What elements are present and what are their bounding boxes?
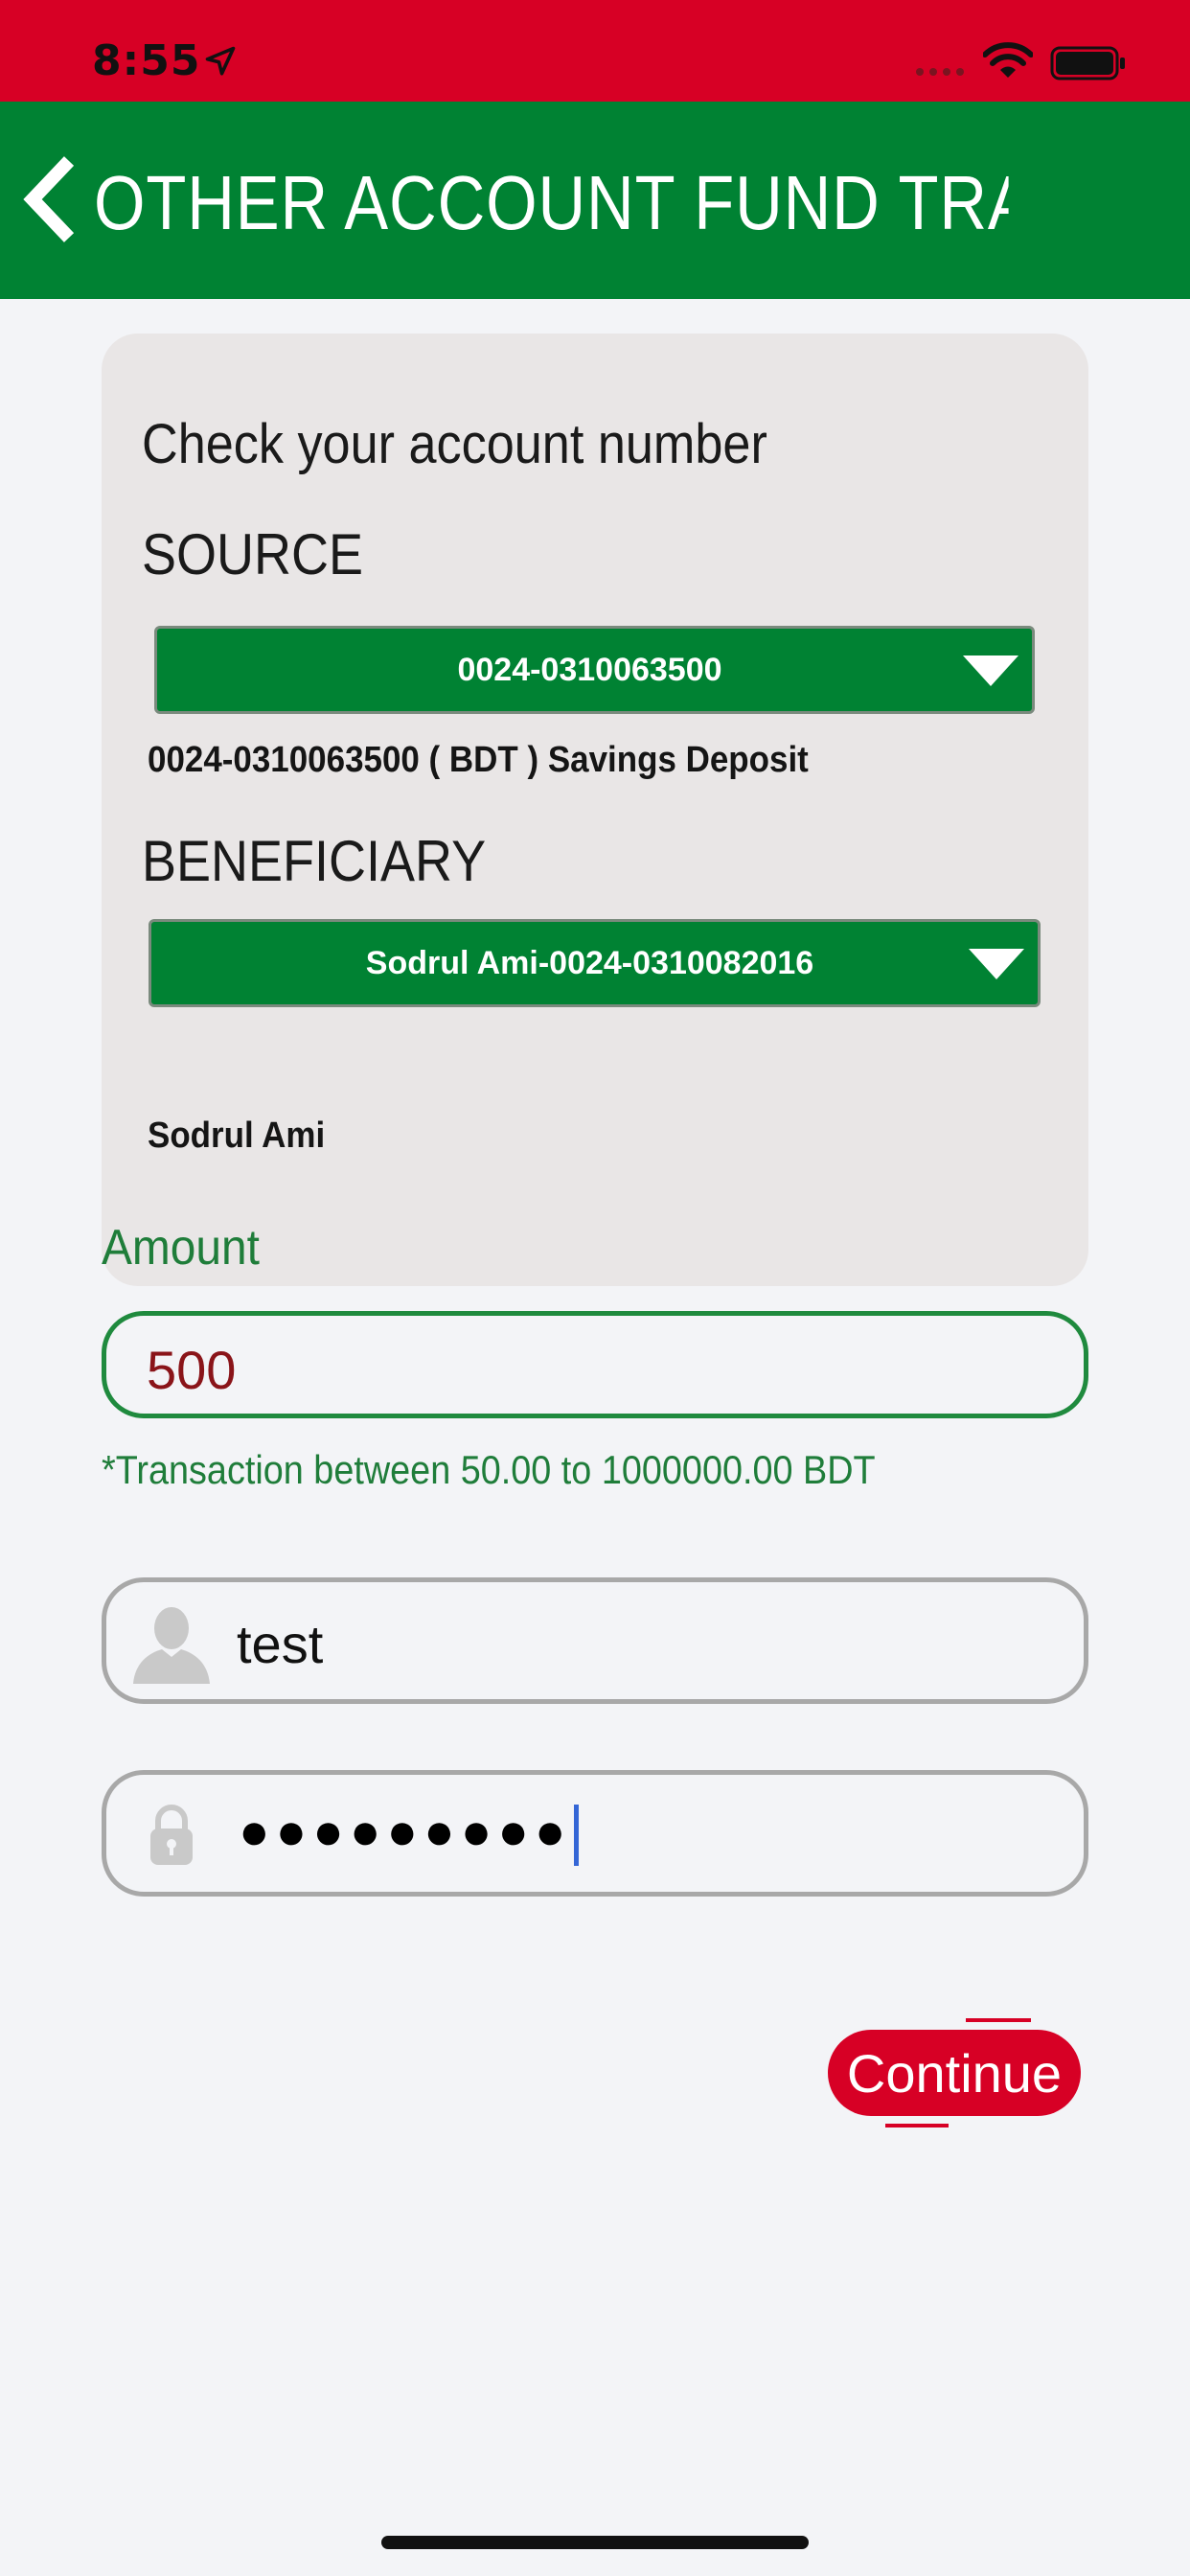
- button-decoration: [966, 2018, 1031, 2022]
- text-cursor: [573, 1804, 579, 1866]
- triangle-down-icon: [963, 656, 1018, 686]
- password-input[interactable]: ●●●●●●●●●: [102, 1770, 1088, 1897]
- user-icon: [133, 1607, 210, 1684]
- status-time: 8:55: [92, 36, 201, 85]
- beneficiary-name: Sodrul Ami: [148, 1116, 326, 1156]
- username-input[interactable]: test: [102, 1577, 1088, 1704]
- source-account-selected: 0024-0310063500: [457, 651, 722, 688]
- location-arrow-icon: [205, 46, 236, 76]
- cellular-signal-icon: [916, 68, 964, 76]
- battery-icon: [1050, 46, 1125, 80]
- password-dots: ●●●●●●●●●: [239, 1803, 572, 1860]
- button-decoration: [885, 2124, 949, 2128]
- navigation-bar: OTHER ACCOUNT FUND TRANS...: [0, 102, 1190, 299]
- page-title: OTHER ACCOUNT FUND TRANS...: [94, 160, 1009, 245]
- amount-label: Amount: [102, 1220, 260, 1276]
- beneficiary-selected: Sodrul Ami-0024-0310082016: [365, 944, 814, 981]
- status-bar: 8:55: [0, 0, 1190, 102]
- amount-input[interactable]: 500: [102, 1311, 1088, 1418]
- continue-button[interactable]: Continue: [828, 2030, 1081, 2116]
- lock-icon: [150, 1805, 193, 1865]
- password-value: ●●●●●●●●●: [239, 1802, 579, 1866]
- transaction-limit-note: *Transaction between 50.00 to 1000000.00…: [102, 1447, 876, 1492]
- username-value: test: [237, 1614, 324, 1674]
- wifi-icon: [983, 42, 1033, 78]
- home-indicator[interactable]: [381, 2536, 809, 2549]
- back-chevron-icon[interactable]: [19, 151, 86, 247]
- source-label: SOURCE: [142, 522, 364, 586]
- source-account-dropdown[interactable]: 0024-0310063500: [154, 626, 1035, 714]
- beneficiary-dropdown[interactable]: Sodrul Ami-0024-0310082016: [149, 919, 1041, 1007]
- card-heading: Check your account number: [142, 413, 767, 475]
- source-account-info: 0024-0310063500 ( BDT ) Savings Deposit: [148, 740, 809, 780]
- beneficiary-label: BENEFICIARY: [142, 829, 487, 893]
- amount-value: 500: [147, 1340, 237, 1400]
- triangle-down-icon: [969, 949, 1024, 979]
